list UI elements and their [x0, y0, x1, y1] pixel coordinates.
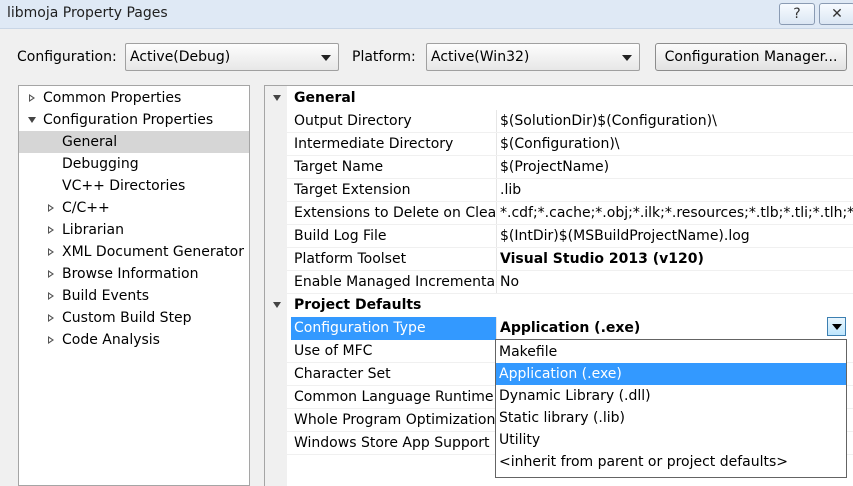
- tree-item-common-properties[interactable]: Common Properties: [19, 87, 249, 109]
- expand-arrow-icon[interactable]: [29, 94, 35, 102]
- dropdown-option-makefile[interactable]: Makefile: [496, 341, 846, 363]
- property-name: Character Set: [294, 366, 391, 382]
- property-name: Configuration Type: [291, 317, 497, 340]
- property-name: Intermediate Directory: [294, 136, 454, 152]
- property-name: Whole Program Optimization: [294, 412, 496, 428]
- tree-item-label: Configuration Properties: [43, 112, 214, 128]
- property-name: Enable Managed Incremental Build: [294, 274, 496, 290]
- dropdown-option-inherit[interactable]: <inherit from parent or project defaults…: [496, 451, 846, 473]
- property-row-intermediate-directory[interactable]: Intermediate Directory $(Configuration)\: [265, 133, 853, 156]
- configuration-bar: Configuration: Active(Debug) Platform: A…: [0, 29, 853, 75]
- tree-item-code-analysis[interactable]: Code Analysis: [19, 329, 249, 351]
- tree-item-browse-information[interactable]: Browse Information: [19, 263, 249, 285]
- expand-arrow-icon[interactable]: [48, 226, 54, 234]
- property-value[interactable]: $(ProjectName): [500, 156, 853, 179]
- property-tree: Common Properties Configuration Properti…: [18, 85, 250, 486]
- tree-item-label: C/C++: [62, 200, 110, 216]
- dropdown-option-application[interactable]: Application (.exe): [496, 363, 846, 385]
- window-title: libmoja Property Pages: [7, 5, 168, 21]
- tree-item-label: Debugging: [62, 156, 139, 172]
- tree-item-build-events[interactable]: Build Events: [19, 285, 249, 307]
- tree-item-label: VC++ Directories: [62, 178, 186, 194]
- platform-value: Active(Win32): [431, 49, 530, 65]
- tree-item-c-cpp[interactable]: C/C++: [19, 197, 249, 219]
- configuration-label: Configuration:: [17, 49, 117, 65]
- property-name: Target Extension: [294, 182, 411, 198]
- tree-item-label: General: [62, 134, 118, 150]
- dropdown-option-static-library[interactable]: Static library (.lib): [496, 407, 846, 429]
- expand-arrow-icon[interactable]: [48, 292, 54, 300]
- property-value[interactable]: No: [500, 271, 853, 294]
- property-value[interactable]: .lib: [500, 179, 853, 202]
- chevron-down-icon: [832, 324, 842, 330]
- configuration-manager-button[interactable]: Configuration Manager...: [655, 43, 847, 71]
- tree-item-label: Custom Build Step: [62, 310, 192, 326]
- dropdown-option-utility[interactable]: Utility: [496, 429, 846, 451]
- chevron-down-icon: [321, 55, 331, 61]
- configuration-value: Active(Debug): [130, 49, 231, 65]
- collapse-arrow-icon[interactable]: [273, 302, 281, 308]
- category-label: Project Defaults: [294, 297, 422, 313]
- property-name: Extensions to Delete on Clean: [294, 205, 496, 221]
- property-row-managed-incremental-build[interactable]: Enable Managed Incremental Build No: [265, 271, 853, 294]
- expand-arrow-icon[interactable]: [48, 204, 54, 212]
- property-row-output-directory[interactable]: Output Directory $(SolutionDir)$(Configu…: [265, 110, 853, 133]
- tree-item-vc-directories[interactable]: VC++ Directories: [19, 175, 249, 197]
- dropdown-option-dynamic-library[interactable]: Dynamic Library (.dll): [496, 385, 846, 407]
- property-name: Build Log File: [294, 228, 387, 244]
- configuration-type-dropdown-list: Makefile Application (.exe) Dynamic Libr…: [495, 339, 847, 478]
- tree-item-label: Build Events: [62, 288, 149, 304]
- expand-arrow-icon[interactable]: [48, 248, 54, 256]
- platform-label: Platform:: [352, 49, 416, 65]
- property-row-extensions-to-delete[interactable]: Extensions to Delete on Clean *.cdf;*.ca…: [265, 202, 853, 225]
- property-value[interactable]: $(Configuration)\: [500, 133, 853, 156]
- property-name: Output Directory: [294, 113, 412, 129]
- tree-item-librarian[interactable]: Librarian: [19, 219, 249, 241]
- category-general[interactable]: General: [265, 87, 853, 110]
- close-button[interactable]: ✕: [819, 3, 853, 25]
- tree-item-configuration-properties[interactable]: Configuration Properties: [19, 109, 249, 131]
- category-project-defaults[interactable]: Project Defaults: [265, 294, 853, 317]
- property-value[interactable]: Visual Studio 2013 (v120): [500, 248, 853, 271]
- tree-item-label: Librarian: [62, 222, 125, 238]
- property-name: Target Name: [294, 159, 384, 175]
- tree-item-label: XML Document Generator: [62, 244, 244, 260]
- property-value[interactable]: $(IntDir)$(MSBuildProjectName).log: [500, 225, 853, 248]
- tree-item-general[interactable]: General: [19, 131, 249, 153]
- chevron-down-icon: [622, 55, 632, 61]
- expand-arrow-icon[interactable]: [48, 270, 54, 278]
- property-value[interactable]: $(SolutionDir)$(Configuration)\: [500, 110, 853, 133]
- tree-item-label: Common Properties: [43, 90, 182, 106]
- property-value[interactable]: *.cdf;*.cache;*.obj;*.ilk;*.resources;*.…: [500, 202, 853, 225]
- property-row-build-log-file[interactable]: Build Log File $(IntDir)$(MSBuildProject…: [265, 225, 853, 248]
- collapse-arrow-icon[interactable]: [28, 117, 36, 123]
- collapse-arrow-icon[interactable]: [273, 95, 281, 101]
- tree-item-custom-build-step[interactable]: Custom Build Step: [19, 307, 249, 329]
- property-row-platform-toolset[interactable]: Platform Toolset Visual Studio 2013 (v12…: [265, 248, 853, 271]
- platform-select[interactable]: Active(Win32): [426, 43, 640, 71]
- property-row-target-name[interactable]: Target Name $(ProjectName): [265, 156, 853, 179]
- configuration-select[interactable]: Active(Debug): [125, 43, 339, 71]
- category-label: General: [294, 90, 356, 106]
- expand-arrow-icon[interactable]: [48, 336, 54, 344]
- property-row-target-extension[interactable]: Target Extension .lib: [265, 179, 853, 202]
- property-name: Common Language Runtime Support: [294, 389, 496, 405]
- tree-item-xml-document-generator[interactable]: XML Document Generator: [19, 241, 249, 263]
- expand-arrow-icon[interactable]: [48, 314, 54, 322]
- property-row-configuration-type[interactable]: Configuration Type Application (.exe): [265, 317, 853, 340]
- title-bar: libmoja Property Pages ? ✕: [0, 0, 853, 29]
- configuration-type-dropdown-button[interactable]: [827, 317, 846, 336]
- property-name: Platform Toolset: [294, 251, 407, 267]
- tree-item-label: Browse Information: [62, 266, 199, 282]
- tree-item-debugging[interactable]: Debugging: [19, 153, 249, 175]
- help-button[interactable]: ?: [779, 3, 815, 25]
- property-value[interactable]: Application (.exe): [500, 317, 853, 340]
- tree-item-label: Code Analysis: [62, 332, 160, 348]
- property-name: Use of MFC: [294, 343, 373, 359]
- property-name: Windows Store App Support: [294, 435, 490, 451]
